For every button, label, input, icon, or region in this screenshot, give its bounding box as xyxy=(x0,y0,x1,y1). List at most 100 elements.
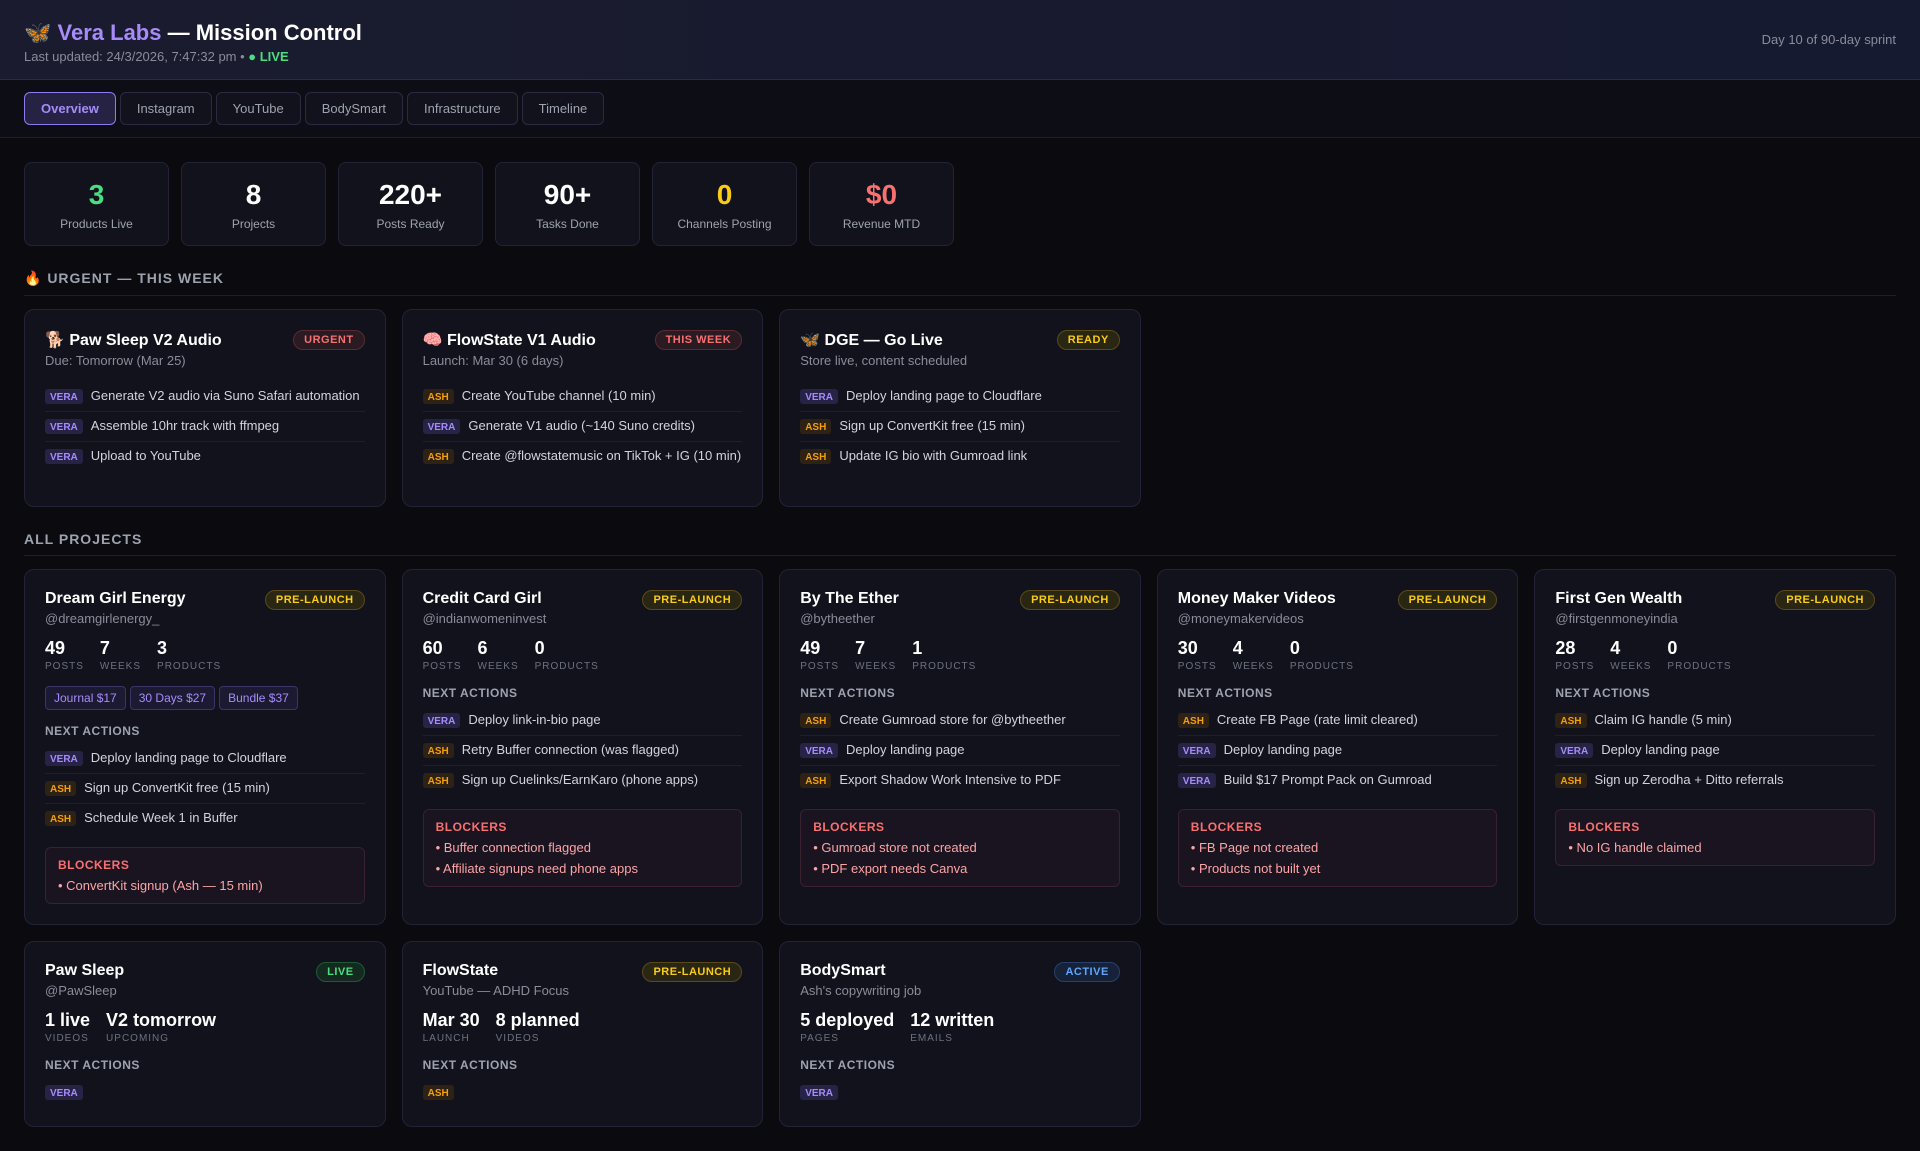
metric: 7 WEEKS xyxy=(100,638,141,672)
project-metrics: 49 POSTS 7 WEEKS 3 PRODUCTS xyxy=(45,638,365,672)
project-card[interactable]: By The Ether @bytheether PRE-LAUNCH 49 POSTS… xyxy=(779,569,1141,925)
stat-value: 3 xyxy=(88,179,105,210)
task-item: ASH Create @flowstatemusic on TikTok + IG… xyxy=(422,442,743,471)
metric-value: 49 xyxy=(800,638,821,658)
card-title-group: FlowState YouTube — ADHD Focus xyxy=(423,962,569,998)
blocker-item: • ConvertKit signup (Ash — 15 min) xyxy=(58,877,263,893)
assignee-tag: ASH xyxy=(45,810,77,826)
task-list: VERA xyxy=(45,1078,365,1106)
task-item: ASH Schedule Week 1 in Buffer xyxy=(45,804,365,833)
next-actions-label: NEXT ACTIONS xyxy=(800,1057,896,1072)
card-title: Money Maker Videos xyxy=(1177,590,1336,607)
header: 🦋 Vera Labs — Mission Control Last updat… xyxy=(0,0,1920,80)
task-item: VERA Assemble 10hr track with ffmpeg xyxy=(45,412,365,442)
task-text: Sign up Cuelinks/EarnKaro (phone apps) xyxy=(461,771,699,787)
task-list: VERA Deploy landing page to Cloudflare ASH… xyxy=(800,382,1120,471)
metric-value: 0 xyxy=(1289,638,1300,658)
card-header: First Gen Wealth @firstgenmoneyindia PRE-L… xyxy=(1555,590,1875,626)
assignee-tag: VERA xyxy=(45,389,83,404)
next-actions-label: NEXT ACTIONS xyxy=(800,686,896,700)
metric-label: PRODUCTS xyxy=(157,661,222,672)
title-text: — Mission Control xyxy=(161,20,362,45)
card-subtitle: @bytheether xyxy=(800,611,875,626)
task-text: Create Gumroad store for @bytheether xyxy=(839,712,1066,727)
metric-value: 5 deployed xyxy=(800,1009,895,1030)
card-title: Dream Girl Energy xyxy=(45,590,186,607)
metric-label: POSTS xyxy=(800,661,840,672)
metric-value: 1 xyxy=(912,638,923,658)
project-card[interactable]: Dream Girl Energy @dreamgirlenergy_ PRE-LA… xyxy=(24,569,386,925)
metric: 4 WEEKS xyxy=(1233,638,1274,672)
blocker-item: • Affiliate signups need phone apps xyxy=(435,860,638,876)
projects-heading: ALL PROJECTS xyxy=(24,531,1896,556)
card-title-group: 🧠 FlowState V1 Audio Launch: Mar 30 (6 da… xyxy=(423,330,596,368)
card-header: FlowState YouTube — ADHD Focus PRE-LAUNCH xyxy=(423,961,743,998)
product-chip[interactable]: 30 Days $27 xyxy=(129,686,216,710)
project-card[interactable]: Credit Card Girl @indianwomeninvest PRE-LA… xyxy=(401,569,764,925)
project-card[interactable]: Paw Sleep @PawSleep LIVE 1 live VIDEOS V2 tom… xyxy=(24,940,386,1127)
next-actions-label: NEXT ACTIONS xyxy=(45,1057,140,1072)
tab-youtube[interactable]: YouTube xyxy=(215,92,301,125)
stat-label: Posts Ready xyxy=(376,217,445,231)
tab-bodysmart[interactable]: BodySmart xyxy=(304,92,404,125)
metric: 49 POSTS xyxy=(45,638,84,672)
card-title: 🧠 FlowState V1 Audio xyxy=(422,332,596,349)
assignee-tag: ASH xyxy=(422,389,454,404)
metric: 60 POSTS xyxy=(423,638,462,672)
metric-value: 8 planned xyxy=(495,1009,580,1030)
project-card[interactable]: BodySmart Ash's copywriting job ACTIVE 5 de… xyxy=(779,940,1141,1127)
task-item: ASH xyxy=(422,1078,743,1106)
task-item: ASH Create Gumroad store for @bytheether xyxy=(800,706,1120,736)
assignee-tag: VERA xyxy=(422,713,461,728)
tab-instagram[interactable]: Instagram xyxy=(119,92,212,125)
blockers-box: BLOCKERS • No IG handle claimed xyxy=(1555,808,1875,866)
metric: 30 POSTS xyxy=(1178,638,1217,672)
blockers-label: BLOCKERS xyxy=(58,857,130,872)
assignee-tag: ASH xyxy=(422,448,454,464)
stat-label: Channels Posting xyxy=(677,217,772,231)
task-text: Sign up ConvertKit free (15 min) xyxy=(84,779,270,795)
urgent-card[interactable]: 🦋 DGE — Go Live Store live, content sched… xyxy=(779,309,1141,507)
last-updated: Last updated: 24/3/2026, 7:47:32 pm • ● … xyxy=(24,49,1896,64)
tab-overview[interactable]: Overview xyxy=(24,92,116,125)
product-chip[interactable]: Bundle $37 xyxy=(219,686,298,710)
blocker-item: • No IG handle claimed xyxy=(1568,839,1702,855)
metric-value: 4 xyxy=(1610,638,1621,658)
stat-label: Revenue MTD xyxy=(842,217,921,231)
card-header: 🧠 FlowState V1 Audio Launch: Mar 30 (6 da… xyxy=(423,330,743,368)
task-text: Upload to YouTube xyxy=(90,447,201,463)
project-card[interactable]: FlowState YouTube — ADHD Focus PRE-LAUNCH M… xyxy=(401,940,764,1127)
metric-value: 3 xyxy=(157,638,168,658)
metric-label: WEEKS xyxy=(99,661,142,672)
main-content: 3 Products Live 8 Projects 220+ Posts Ready 90… xyxy=(0,138,1920,1151)
blockers-label: BLOCKERS xyxy=(435,819,507,834)
task-list: ASH Create YouTube channel (10 min) VERA Ge… xyxy=(422,382,743,471)
metric-value: Mar 30 xyxy=(422,1009,480,1030)
tab-timeline[interactable]: Timeline xyxy=(521,92,605,125)
product-chip[interactable]: Journal $17 xyxy=(45,686,126,710)
metric: 0 PRODUCTS xyxy=(535,638,599,672)
status-badge: URGENT xyxy=(293,330,365,350)
blockers-box: BLOCKERS • Gumroad store not created • PDF… xyxy=(800,808,1120,887)
metric: V2 tomorrow UPCOMING xyxy=(106,1010,216,1044)
metric-label: PRODUCTS xyxy=(1289,661,1354,672)
card-title-group: Money Maker Videos @moneymakervideos xyxy=(1178,590,1336,626)
task-list: ASH Create Gumroad store for @bytheether V… xyxy=(800,706,1120,795)
metric-label: PRODUCTS xyxy=(1667,661,1732,672)
task-item: VERA xyxy=(800,1078,1120,1106)
assignee-tag: VERA xyxy=(1177,772,1216,788)
project-card[interactable]: Money Maker Videos @moneymakervideos PRE-L… xyxy=(1156,569,1519,925)
task-item: VERA Upload to YouTube xyxy=(45,442,365,471)
metric-value: 4 xyxy=(1232,638,1243,658)
task-item: ASH Sign up ConvertKit free (15 min) xyxy=(45,774,365,804)
urgent-card[interactable]: 🧠 FlowState V1 Audio Launch: Mar 30 (6 da… xyxy=(401,309,764,507)
task-text: Create FB Page (rate limit cleared) xyxy=(1216,712,1418,727)
card-title: BodySmart xyxy=(800,961,886,979)
metric-label: PAGES xyxy=(800,1032,839,1044)
project-card[interactable]: First Gen Wealth @firstgenmoneyindia PRE-L… xyxy=(1534,569,1896,925)
blockers-label: BLOCKERS xyxy=(1568,819,1640,834)
tab-infrastructure[interactable]: Infrastructure xyxy=(407,92,518,125)
urgent-card[interactable]: 🐕 Paw Sleep V2 Audio Due: Tomorrow (Mar 2… xyxy=(24,309,386,507)
task-text: Retry Buffer connection (was flagged) xyxy=(461,741,679,757)
metric-value: 30 xyxy=(1177,638,1198,658)
